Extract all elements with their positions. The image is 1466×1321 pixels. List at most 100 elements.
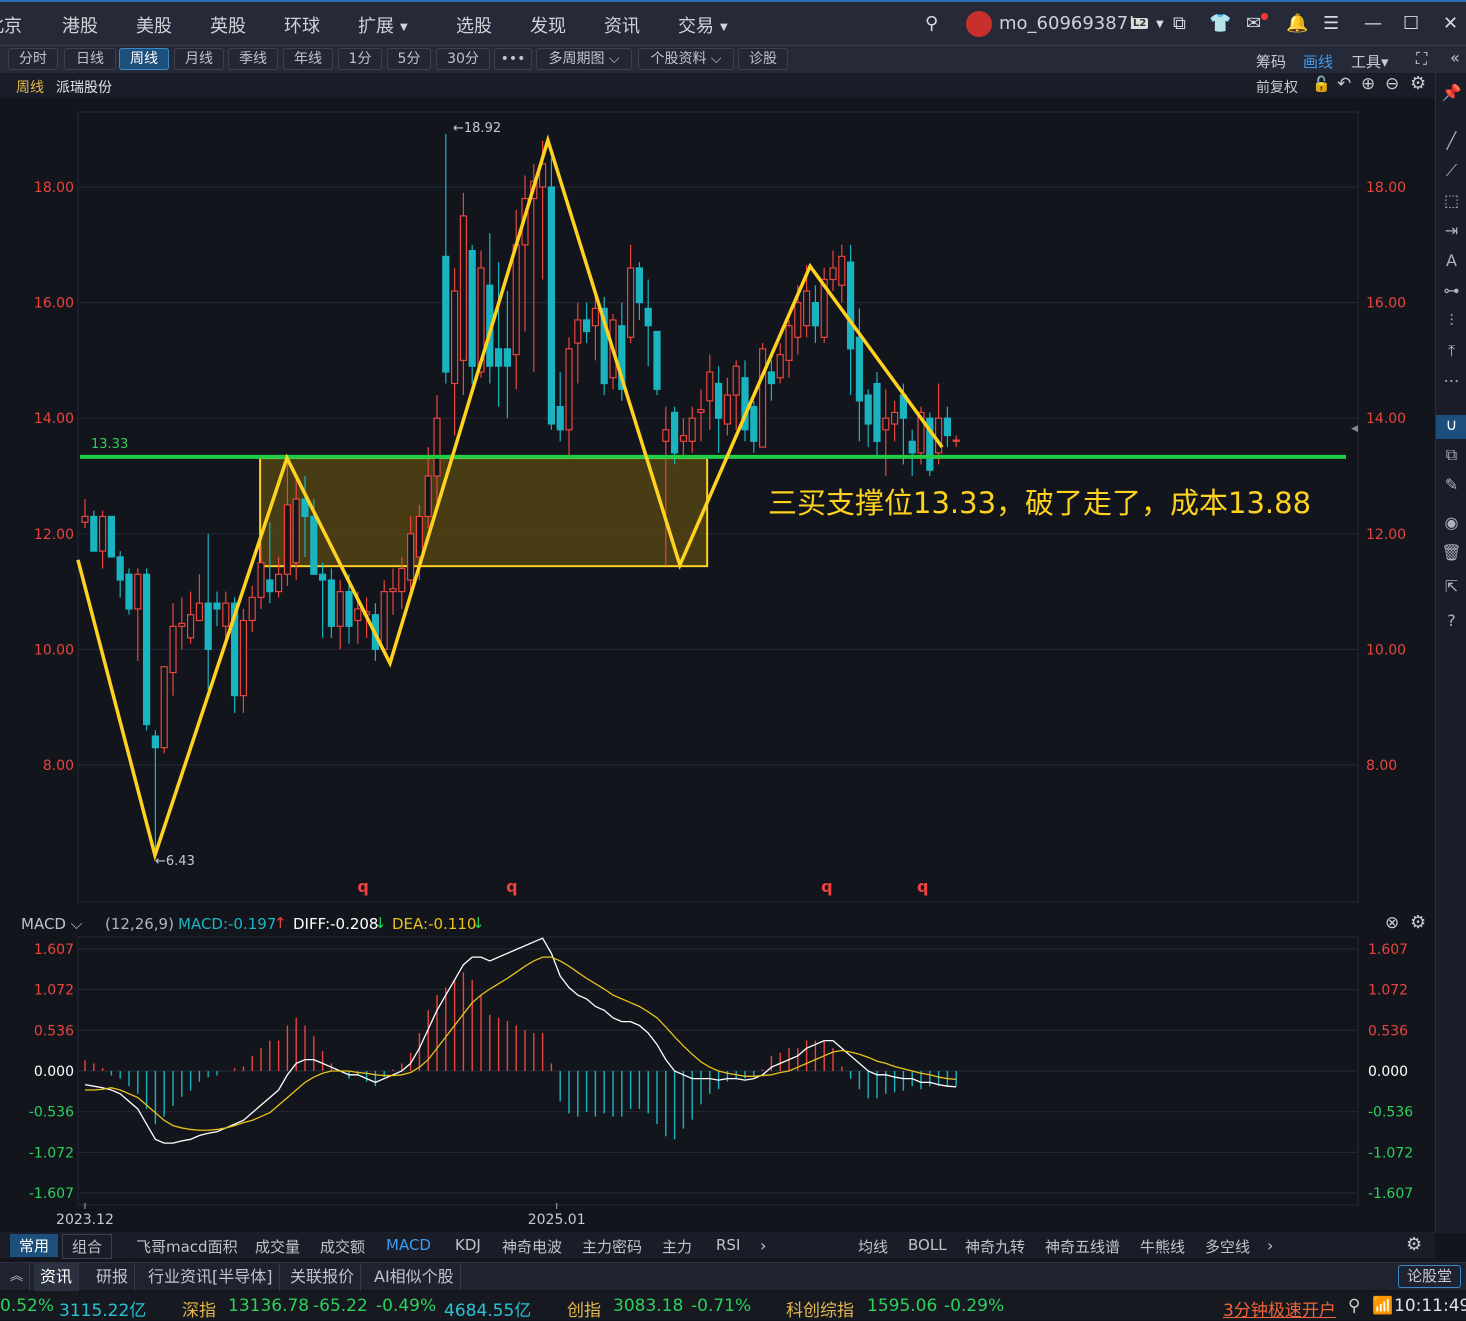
period-button-6[interactable]: 1分 xyxy=(338,48,382,70)
nav-8[interactable]: 资讯 xyxy=(604,12,640,38)
news-tab-1[interactable]: 研报 xyxy=(90,1263,136,1291)
overlay-tab-5[interactable]: 多空线 xyxy=(1205,1236,1250,1257)
indicator-tab-4[interactable]: KDJ xyxy=(455,1236,481,1254)
external-window-icon[interactable]: ⧉ xyxy=(1173,13,1186,34)
pen-icon[interactable]: ✎ xyxy=(1436,475,1466,494)
period-button-3[interactable]: 月线 xyxy=(174,48,224,70)
dropdown-icon[interactable]: ▼ xyxy=(1156,19,1164,30)
indicator-tab-5[interactable]: 神奇电波 xyxy=(502,1236,562,1257)
period-button-12[interactable]: 诊股 xyxy=(738,48,788,70)
period-button-0[interactable]: 分时 xyxy=(8,48,58,70)
nav-4[interactable]: 环球 xyxy=(284,12,320,38)
zoom-in-icon[interactable]: ⊕ xyxy=(1361,74,1375,94)
forum-button[interactable]: 论股堂 xyxy=(1398,1265,1462,1288)
search-icon[interactable]: ⚲ xyxy=(1348,1296,1360,1316)
close-indicator-icon[interactable]: ⊗ xyxy=(1385,913,1399,933)
indicator-bar-settings-icon[interactable]: ⚙ xyxy=(1406,1234,1422,1255)
indicator-tab-7[interactable]: 主力 xyxy=(662,1236,692,1257)
line-icon[interactable]: ╱ xyxy=(1436,131,1466,150)
nav-1[interactable]: 港股 xyxy=(62,12,98,38)
avatar[interactable] xyxy=(966,11,992,37)
group-tab-1[interactable]: 组合 xyxy=(62,1234,113,1259)
indicator-tab-3[interactable]: MACD xyxy=(386,1236,431,1254)
indicator-tab-6[interactable]: 主力密码 xyxy=(582,1236,642,1257)
indicator-tab-2[interactable]: 成交额 xyxy=(320,1236,365,1257)
period-button-8[interactable]: 30分 xyxy=(436,48,490,70)
zoom-out-icon[interactable]: ⊖ xyxy=(1385,74,1399,94)
overlay-tab-3[interactable]: 神奇五线谱 xyxy=(1045,1236,1120,1257)
indicator-tab-0[interactable]: 飞哥macd面积 xyxy=(136,1236,238,1257)
news-tab-4[interactable]: AI相似个股 xyxy=(368,1263,461,1291)
search-icon[interactable]: ⚲ xyxy=(925,13,938,34)
period-button-1[interactable]: 日线 xyxy=(64,48,116,70)
price-zone-rectangle[interactable] xyxy=(259,457,709,568)
period-button-2[interactable]: 周线 xyxy=(119,48,169,70)
measure-icon[interactable]: ⇥ xyxy=(1436,221,1466,240)
fullscreen-icon[interactable]: ⛶ xyxy=(1416,49,1427,69)
text-icon[interactable]: A xyxy=(1436,251,1466,270)
draw-line-button[interactable]: 画线 xyxy=(1303,51,1333,72)
sz-index-name[interactable]: 深指 xyxy=(182,1296,216,1321)
news-tab-3[interactable]: 关联报价 xyxy=(284,1263,362,1291)
news-tab-2[interactable]: 行业资讯[半导体] xyxy=(142,1263,280,1291)
unlock-icon[interactable]: 🔓 xyxy=(1312,75,1331,93)
nav-5[interactable]: 扩展 ▼ xyxy=(358,12,408,38)
help-icon[interactable]: ? xyxy=(1436,611,1466,630)
overlay-tab-1[interactable]: BOLL xyxy=(908,1236,947,1254)
horizontal-segment-icon[interactable]: ⊶ xyxy=(1436,281,1466,300)
group-tab-0[interactable]: 常用 xyxy=(10,1234,59,1257)
username[interactable]: mo_60969387! xyxy=(999,13,1135,34)
trash-icon[interactable]: 🗑 xyxy=(1436,543,1466,562)
annotation-text[interactable]: 三买支撑位13.33，破了走了，成本13.88 xyxy=(768,486,1311,520)
vertical-segment-icon[interactable]: ⫶ xyxy=(1436,311,1466,331)
open-account-link[interactable]: 3分钟极速开户 xyxy=(1223,1296,1336,1321)
adjust-mode[interactable]: 前复权 xyxy=(1256,77,1298,97)
nav-2[interactable]: 美股 xyxy=(136,12,172,38)
magnet-icon[interactable]: ∪ xyxy=(1436,415,1466,439)
nav-7[interactable]: 发现 xyxy=(530,12,566,38)
eye-icon[interactable]: ◉ xyxy=(1436,513,1466,532)
close-icon[interactable]: ✕ xyxy=(1443,13,1458,34)
indicator-tab-8[interactable]: RSI xyxy=(716,1236,740,1254)
more-icon[interactable]: ⋯ xyxy=(1436,371,1466,390)
tools-dropdown[interactable]: 工具▾ xyxy=(1351,51,1389,72)
period-button-9[interactable]: ••• xyxy=(494,48,532,70)
overlay-tab-0[interactable]: 均线 xyxy=(858,1236,888,1257)
news-tab-0[interactable]: 资讯 xyxy=(34,1263,80,1291)
indicator-tab-1[interactable]: 成交量 xyxy=(255,1236,300,1257)
list-icon[interactable]: ☰ xyxy=(1323,13,1339,34)
cy-index-name[interactable]: 创指 xyxy=(567,1296,601,1321)
mail-icon[interactable]: ✉ xyxy=(1246,13,1261,34)
kc-index-name[interactable]: 科创综指 xyxy=(786,1296,854,1321)
nav-3[interactable]: 英股 xyxy=(210,12,246,38)
maximize-icon[interactable]: ☐ xyxy=(1403,13,1419,34)
bell-icon[interactable]: 🔔 xyxy=(1286,13,1308,34)
copy-icon[interactable]: ⧉ xyxy=(1436,445,1466,465)
indicator-select[interactable]: MACD ⌵ xyxy=(21,915,82,933)
rect-icon[interactable]: ⬚ xyxy=(1436,191,1466,210)
collapse-panel-icon[interactable]: « xyxy=(1450,48,1460,67)
period-button-11[interactable]: 个股资料 ⌵ xyxy=(638,48,734,70)
period-button-5[interactable]: 年线 xyxy=(283,48,333,70)
export-icon[interactable]: ⇱ xyxy=(1436,577,1466,596)
period-button-7[interactable]: 5分 xyxy=(387,48,431,70)
nav-0[interactable]: 北京 xyxy=(0,12,22,38)
nav-9[interactable]: 交易 ▼ xyxy=(678,12,728,38)
chips-button[interactable]: 筹码 xyxy=(1256,51,1286,72)
minimize-icon[interactable]: — xyxy=(1364,13,1382,34)
undo-icon[interactable]: ↶ xyxy=(1337,74,1351,94)
expand-up-icon[interactable]: ︽ xyxy=(4,1263,31,1291)
nav-6[interactable]: 选股 xyxy=(456,12,492,38)
segment-icon[interactable]: ⟋ xyxy=(1436,161,1466,181)
overlay-next-icon[interactable]: › xyxy=(1267,1236,1273,1255)
indicator-next-icon[interactable]: › xyxy=(760,1236,766,1255)
chart-canvas[interactable]: 18.00 18.00 16.00 16.00 14.00 14.00 12.00 12.00… xyxy=(0,98,1435,1232)
horizontal-ray-icon[interactable]: ⤒ xyxy=(1436,341,1466,361)
overlay-tab-2[interactable]: 神奇九转 xyxy=(965,1236,1025,1257)
shirt-icon[interactable]: 👕 xyxy=(1209,13,1231,34)
settings-icon[interactable]: ⚙ xyxy=(1410,73,1426,94)
period-button-4[interactable]: 季线 xyxy=(228,48,278,70)
pin-icon[interactable]: 📌 xyxy=(1436,83,1466,102)
indicator-settings-icon[interactable]: ⚙ xyxy=(1410,912,1426,933)
period-button-10[interactable]: 多周期图 ⌵ xyxy=(536,48,632,70)
